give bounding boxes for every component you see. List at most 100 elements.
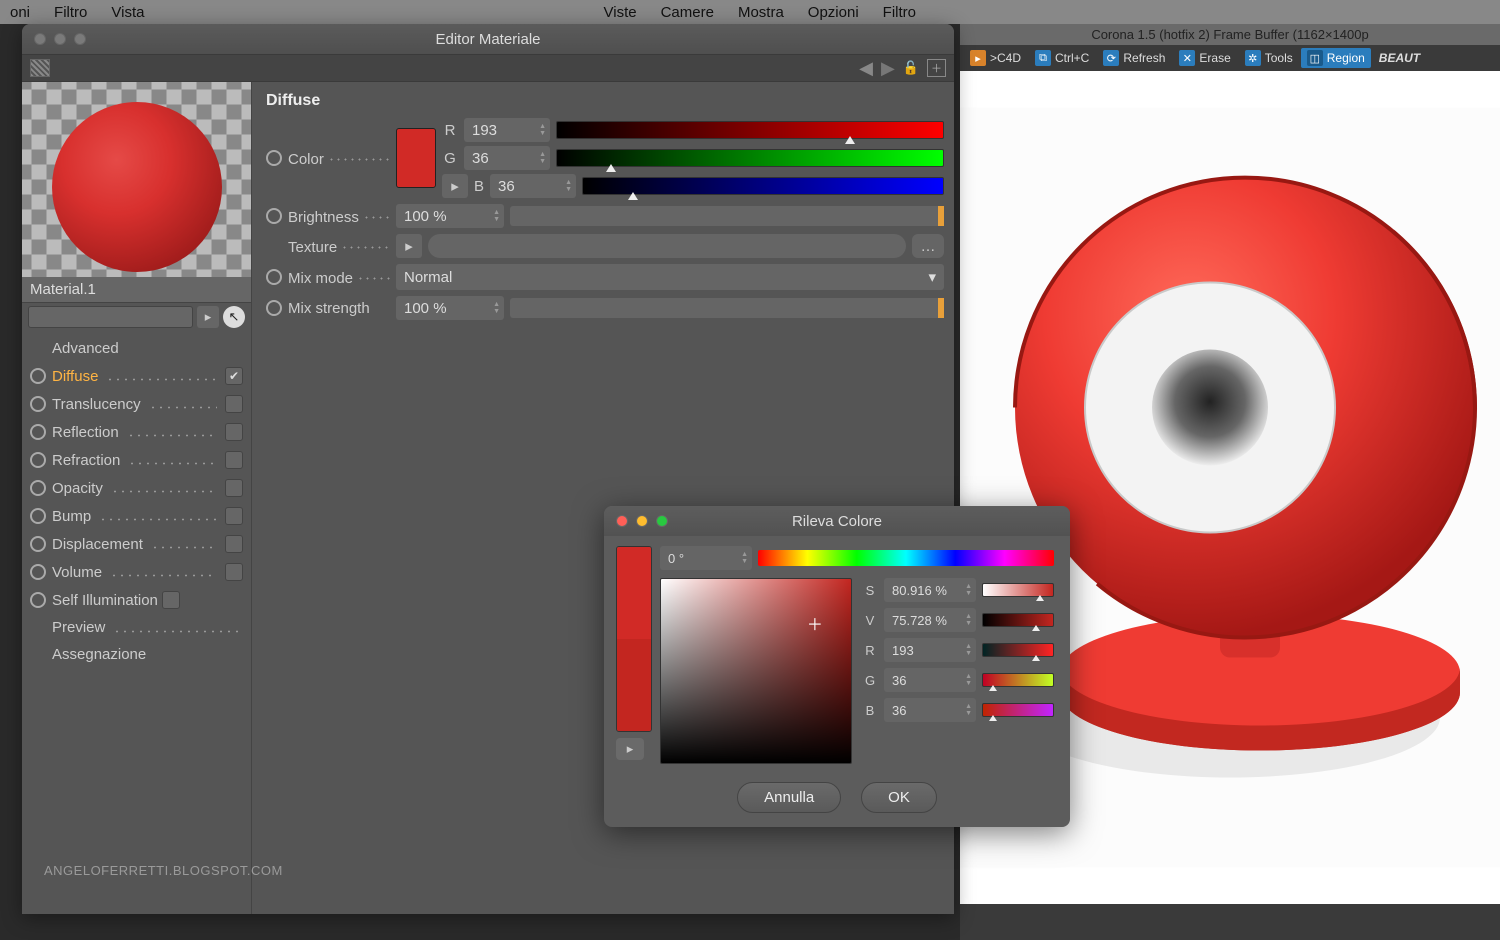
- spinner-icon[interactable]: ▲▼: [539, 151, 546, 165]
- texture-hatch-icon[interactable]: [30, 59, 50, 77]
- channel-refraction[interactable]: Refraction: [26, 446, 251, 474]
- brightness-slider[interactable]: [510, 206, 944, 226]
- self-illum-checkbox[interactable]: [162, 591, 180, 609]
- channel-opacity[interactable]: Opacity: [26, 474, 251, 502]
- picker-titlebar[interactable]: Rileva Colore: [604, 506, 1070, 536]
- ok-button[interactable]: OK: [861, 782, 937, 813]
- r-slider[interactable]: [556, 121, 944, 139]
- menu-item[interactable]: Mostra: [738, 4, 784, 21]
- channel-volume[interactable]: Volume: [26, 558, 251, 586]
- displacement-checkbox[interactable]: [225, 535, 243, 553]
- hue-slider[interactable]: [758, 550, 1054, 566]
- fb-erase-button[interactable]: ✕Erase: [1173, 48, 1236, 68]
- channel-reflection[interactable]: Reflection: [26, 418, 251, 446]
- opacity-checkbox[interactable]: [225, 479, 243, 497]
- v-field[interactable]: 75.728 %▲▼: [884, 608, 976, 632]
- channel-list: Advanced Diffuse✔ Translucency Reflectio…: [22, 331, 251, 668]
- nav-fwd-icon[interactable]: ▶: [881, 58, 895, 79]
- pr-b-field[interactable]: 36▲▼: [884, 698, 976, 722]
- fb-region-button[interactable]: ◫Region: [1301, 48, 1371, 68]
- material-name-field[interactable]: Material.1: [22, 277, 251, 303]
- mixmode-select[interactable]: Normal▾: [396, 264, 944, 290]
- channel-bump[interactable]: Bump: [26, 502, 251, 530]
- sv-picker-box[interactable]: ＋: [660, 578, 852, 764]
- lock-icon[interactable]: 🔓: [903, 60, 919, 76]
- translucency-checkbox[interactable]: [225, 395, 243, 413]
- mixstrength-field[interactable]: 100 %▲▼: [396, 296, 504, 320]
- pr-g-slider[interactable]: [982, 673, 1054, 687]
- menu-item[interactable]: Filtro: [883, 4, 916, 21]
- color-model-button[interactable]: ▸: [442, 174, 468, 198]
- preview-sphere: [52, 102, 222, 272]
- menu-item[interactable]: Filtro: [54, 4, 87, 21]
- editor-titlebar[interactable]: Editor Materiale: [22, 24, 954, 54]
- menu-item[interactable]: Opzioni: [808, 4, 859, 21]
- reflection-checkbox[interactable]: [225, 423, 243, 441]
- channel-advanced[interactable]: Advanced: [26, 335, 251, 362]
- channel-translucency[interactable]: Translucency: [26, 390, 251, 418]
- material-editor-window: Editor Materiale ◀ ▶ 🔓 ＋ Material.1 ▸ ↖ …: [22, 24, 954, 914]
- layer-arrow-button[interactable]: ▸: [197, 306, 219, 328]
- g-slider[interactable]: [556, 149, 944, 167]
- fb-refresh-button[interactable]: ⟳Refresh: [1097, 48, 1171, 68]
- new-icon[interactable]: ＋: [927, 59, 946, 77]
- layer-picker-button[interactable]: ↖: [223, 306, 245, 328]
- spinner-icon[interactable]: ▲▼: [539, 123, 546, 137]
- bump-checkbox[interactable]: [225, 507, 243, 525]
- s-slider[interactable]: [982, 583, 1054, 597]
- diffuse-color-swatch[interactable]: [396, 128, 436, 188]
- pr-g-field[interactable]: 36▲▼: [884, 668, 976, 692]
- texture-browse-button[interactable]: …: [912, 234, 944, 258]
- fb-copy-button[interactable]: ⧉Ctrl+C: [1029, 48, 1095, 68]
- picker-arrow-button[interactable]: ▸: [616, 738, 644, 760]
- spinner-icon[interactable]: ▲▼: [493, 209, 500, 223]
- material-preview[interactable]: [22, 82, 251, 277]
- g-value-field[interactable]: 36▲▼: [464, 146, 550, 170]
- spinner-icon[interactable]: ▲▼: [493, 301, 500, 315]
- texture-arrow-button[interactable]: ▸: [396, 234, 422, 258]
- b-value-field[interactable]: 36▲▼: [490, 174, 576, 198]
- channel-assegnazione[interactable]: Assegnazione: [26, 641, 251, 668]
- frame-buffer-title: Corona 1.5 (hotfix 2) Frame Buffer (1162…: [960, 24, 1500, 45]
- hue-field[interactable]: 0 °▲▼: [660, 546, 752, 570]
- mixstrength-slider[interactable]: [510, 298, 944, 318]
- diffuse-checkbox[interactable]: ✔: [225, 367, 243, 385]
- nav-back-icon[interactable]: ◀: [859, 58, 873, 79]
- menu-item[interactable]: Camere: [661, 4, 714, 21]
- cancel-button[interactable]: Annulla: [737, 782, 841, 813]
- pr-r-slider[interactable]: [982, 643, 1054, 657]
- color-label: Color: [288, 151, 324, 168]
- mixstrength-ring-icon[interactable]: [266, 300, 282, 316]
- fb-c4d-button[interactable]: ▸>C4D: [964, 48, 1027, 68]
- app-menu-bar: oni Filtro Vista Viste Camere Mostra Opz…: [0, 0, 1500, 24]
- layer-field[interactable]: [28, 306, 193, 328]
- watermark-text: ANGELOFERRETTI.BLOGSPOT.COM: [44, 863, 283, 878]
- brightness-ring-icon[interactable]: [266, 208, 282, 224]
- r-value-field[interactable]: 193▲▼: [464, 118, 550, 142]
- refraction-checkbox[interactable]: [225, 451, 243, 469]
- channel-preview[interactable]: Preview: [26, 614, 251, 641]
- channel-displacement[interactable]: Displacement: [26, 530, 251, 558]
- spinner-icon[interactable]: ▲▼: [741, 551, 748, 565]
- channel-diffuse[interactable]: Diffuse✔: [26, 362, 251, 390]
- s-field[interactable]: 80.916 %▲▼: [884, 578, 976, 602]
- color-ring-icon[interactable]: [266, 150, 282, 166]
- channel-self-illumination[interactable]: Self Illumination: [26, 586, 251, 614]
- sv-cursor[interactable]: ＋: [807, 611, 823, 635]
- texture-field[interactable]: [428, 234, 906, 258]
- fb-tools-button[interactable]: ✲Tools: [1239, 48, 1299, 68]
- menu-item[interactable]: oni: [10, 4, 30, 21]
- spinner-icon[interactable]: ▲▼: [565, 179, 572, 193]
- brightness-field[interactable]: 100 %▲▼: [396, 204, 504, 228]
- pr-b-slider[interactable]: [982, 703, 1054, 717]
- menu-item[interactable]: Viste: [604, 4, 637, 21]
- volume-checkbox[interactable]: [225, 563, 243, 581]
- fb-beauty-button[interactable]: BEAUT: [1373, 49, 1426, 67]
- layer-field-row: ▸ ↖: [22, 303, 251, 331]
- pr-r-field[interactable]: 193▲▼: [884, 638, 976, 662]
- menu-item[interactable]: Vista: [111, 4, 144, 21]
- v-slider[interactable]: [982, 613, 1054, 627]
- old-new-color[interactable]: [616, 546, 652, 732]
- b-slider[interactable]: [582, 177, 944, 195]
- mixmode-ring-icon[interactable]: [266, 269, 282, 285]
